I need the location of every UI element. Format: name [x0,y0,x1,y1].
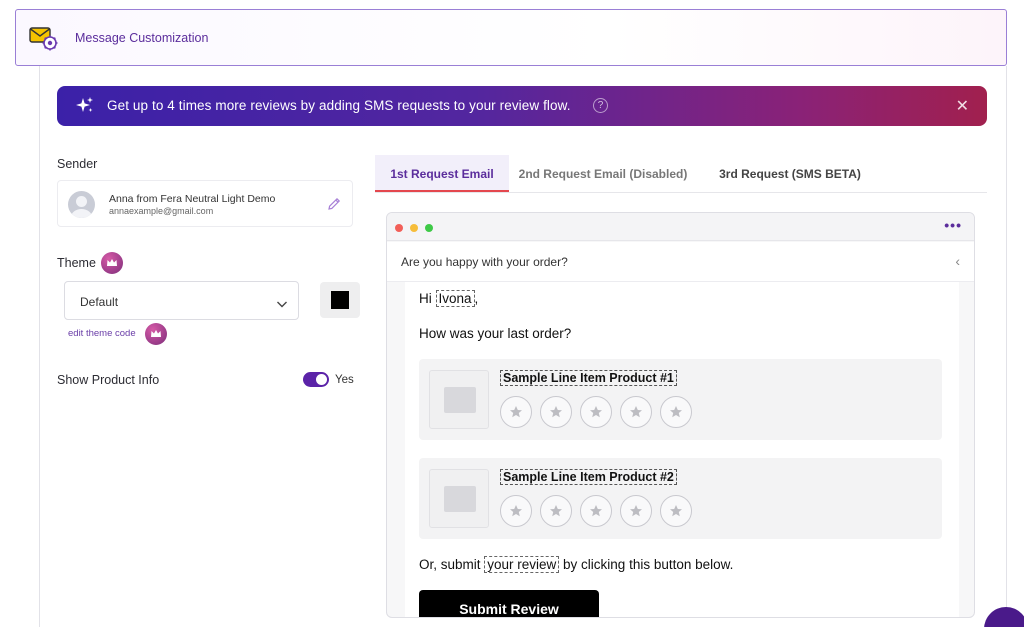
color-swatch [331,291,349,309]
avatar [68,191,95,218]
email-subject-bar: Are you happy with your order? ‹ [387,242,974,282]
email-body: Hi Ivona, How was your last order? Sampl… [405,282,959,617]
star-icon[interactable] [620,495,652,527]
product-card: Sample Line Item Product #1 [419,359,942,440]
help-icon[interactable]: ? [593,98,608,113]
email-preview-window: ••• Are you happy with your order? ‹ Hi … [386,212,975,618]
star-icon[interactable] [500,495,532,527]
close-icon[interactable]: ✕ [956,96,969,116]
product-card: Sample Line Item Product #2 [419,458,942,539]
sender-email: annaexample@gmail.com [109,206,214,216]
theme-color-picker[interactable] [320,282,360,318]
cta-text: Or, submit your review by clicking this … [419,556,734,573]
sender-label: Sender [57,157,98,171]
left-divider [39,66,40,627]
promo-text: Get up to 4 times more reviews by adding… [107,98,571,113]
edit-theme-code-link[interactable]: edit theme code [68,328,136,339]
question-text: How was your last order? [419,326,572,341]
sms-promo-banner: Get up to 4 times more reviews by adding… [57,86,987,126]
premium-crown-icon [145,323,167,345]
product-image-placeholder [429,469,489,528]
email-subject: Are you happy with your order? [401,255,568,269]
your-review-link[interactable]: your review [484,556,560,573]
sender-card: Anna from Fera Neutral Light Demo annaex… [57,180,353,227]
chevron-down-icon [276,296,288,308]
theme-select-value: Default [80,295,119,309]
show-product-info-toggle[interactable] [303,372,329,387]
sender-name: Anna from Fera Neutral Light Demo [109,193,276,205]
more-options-icon[interactable]: ••• [944,217,962,233]
edit-pencil-icon[interactable] [326,196,342,212]
show-product-info-label: Show Product Info [57,373,160,387]
product-name[interactable]: Sample Line Item Product #1 [500,370,677,386]
product-name[interactable]: Sample Line Item Product #2 [500,469,677,485]
star-icon[interactable] [660,495,692,527]
premium-crown-icon [101,252,123,274]
star-icon[interactable] [580,396,612,428]
customer-name-variable[interactable]: Ivona [435,290,475,307]
close-dot [395,224,403,232]
greeting: Hi Ivona, [419,290,479,307]
request-tabs: 1st Request Email 2nd Request Email (Dis… [375,155,987,193]
theme-select[interactable]: Default [64,281,299,320]
section-title: Message Customization [75,31,209,45]
chevron-left-icon[interactable]: ‹ [955,253,960,269]
star-icon[interactable] [540,396,572,428]
sparkle-icon [75,96,95,116]
submit-review-button[interactable]: Submit Review [419,590,599,617]
star-icon[interactable] [580,495,612,527]
tab-3rd-request-sms[interactable]: 3rd Request (SMS BETA) [715,155,865,192]
star-icon[interactable] [660,396,692,428]
minimize-dot [410,224,418,232]
chat-widget-button[interactable] [984,607,1024,627]
star-icon[interactable] [500,396,532,428]
star-icon[interactable] [540,495,572,527]
product-image-placeholder [429,370,489,429]
star-icon[interactable] [620,396,652,428]
message-customization-header[interactable]: Message Customization [15,9,1007,66]
right-divider [1006,66,1007,627]
toggle-value-label: Yes [335,374,354,386]
tab-1st-request-email[interactable]: 1st Request Email [375,155,509,192]
envelope-gear-icon [29,24,59,52]
theme-label: Theme [57,256,96,270]
window-chrome: ••• [387,213,974,241]
maximize-dot [425,224,433,232]
tab-2nd-request-email[interactable]: 2nd Request Email (Disabled) [515,155,691,192]
